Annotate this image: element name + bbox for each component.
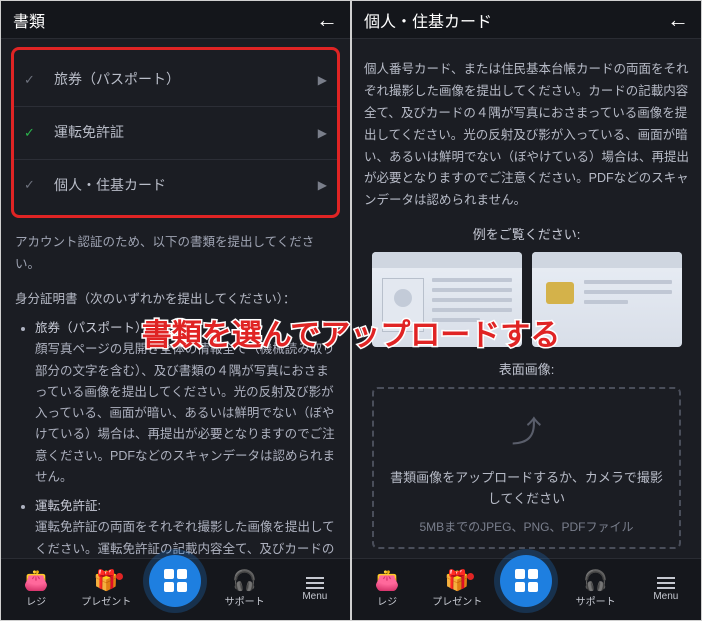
photo-placeholder-icon bbox=[382, 278, 424, 332]
nav-label: Menu bbox=[653, 591, 678, 602]
list-item-title: 運転免許証: bbox=[35, 499, 101, 513]
hamburger-icon bbox=[657, 577, 675, 589]
notification-dot-icon bbox=[467, 573, 474, 580]
check-icon: ✓ bbox=[24, 174, 42, 196]
doc-label: 旅券（パスポート） bbox=[54, 68, 318, 92]
nav-present[interactable]: 🎁 プレゼント bbox=[79, 571, 133, 608]
doc-item-mynumber[interactable]: ✓ 個人・住基カード ▶ bbox=[14, 160, 337, 212]
nav-label: サポート bbox=[225, 593, 265, 608]
dropzone-text: 書類画像をアップロードするか、カメラで撮影してください bbox=[388, 468, 665, 510]
back-icon[interactable]: ← bbox=[316, 7, 338, 33]
nav-cashier[interactable]: 👛 レジ bbox=[9, 571, 63, 608]
hamburger-icon bbox=[306, 577, 324, 589]
nav-present[interactable]: 🎁 プレゼント bbox=[430, 571, 484, 608]
page-title: 個人・住基カード bbox=[364, 8, 492, 32]
wallet-icon: 👛 bbox=[375, 571, 400, 591]
chevron-right-icon: ▶ bbox=[318, 175, 327, 195]
headset-icon: 🎧 bbox=[583, 571, 608, 591]
document-type-list: ✓ 旅券（パスポート） ▶ ✓ 運転免許証 ▶ ✓ 個人・住基カード ▶ bbox=[11, 47, 340, 218]
nav-label: レジ bbox=[26, 593, 46, 608]
check-icon: ✓ bbox=[24, 122, 42, 144]
example-label: 例をご覧ください: bbox=[362, 224, 691, 246]
chevron-right-icon: ▶ bbox=[318, 70, 327, 90]
grid-icon bbox=[164, 569, 187, 592]
list-item: 旅券（パスポート） 顔写真ページの見開き全体の情報全て（機械読み取り部分の文字を… bbox=[35, 318, 340, 488]
notification-dot-icon bbox=[116, 573, 123, 580]
card-back-example bbox=[532, 252, 682, 347]
intro-text: アカウント認証のため、以下の書類を提出してください。 bbox=[15, 232, 336, 275]
nav-support[interactable]: 🎧 サポート bbox=[218, 571, 272, 608]
upload-icon: ⤴ bbox=[388, 407, 665, 458]
content-area: ✓ 旅券（パスポート） ▶ ✓ 運転免許証 ▶ ✓ 個人・住基カード ▶ アカウ… bbox=[1, 39, 350, 620]
doc-item-passport[interactable]: ✓ 旅券（パスポート） ▶ bbox=[14, 54, 337, 107]
content-area: 個人番号カード、または住民基本台帳カードの両面をそれぞれ撮影した画像を提出してく… bbox=[352, 39, 701, 620]
headset-icon: 🎧 bbox=[232, 571, 257, 591]
gift-icon: 🎁 bbox=[445, 571, 470, 591]
card-front-example bbox=[372, 252, 522, 347]
example-cards bbox=[362, 252, 691, 347]
topbar: 個人・住基カード ← bbox=[352, 1, 701, 39]
list-item-body: 顔写真ページの見開き全体の情報全て（機械読み取り部分の文字を含む）、及び書類の４… bbox=[35, 342, 335, 484]
gift-icon: 🎁 bbox=[94, 571, 119, 591]
upload-section-label: 表面画像: bbox=[362, 359, 691, 381]
back-icon[interactable]: ← bbox=[667, 7, 689, 33]
check-icon: ✓ bbox=[24, 69, 42, 91]
list-item-title: 旅券（パスポート） bbox=[35, 321, 148, 335]
nav-label: レジ bbox=[377, 593, 397, 608]
nav-label: プレゼント bbox=[81, 593, 131, 608]
nav-label: プレゼント bbox=[432, 593, 482, 608]
nav-home-button[interactable] bbox=[500, 555, 552, 607]
instruction-text: 個人番号カード、または住民基本台帳カードの両面をそれぞれ撮影した画像を提出してく… bbox=[362, 47, 691, 216]
nav-home-button[interactable] bbox=[149, 555, 201, 607]
topbar: 書類 ← bbox=[1, 1, 350, 39]
grid-icon bbox=[515, 569, 538, 592]
nav-label: サポート bbox=[576, 593, 616, 608]
nav-cashier[interactable]: 👛 レジ bbox=[360, 571, 414, 608]
left-phone: 書類 ← ✓ 旅券（パスポート） ▶ ✓ 運転免許証 ▶ ✓ 個人・住基カード … bbox=[1, 1, 350, 620]
upload-dropzone[interactable]: ⤴ 書類画像をアップロードするか、カメラで撮影してください 5MBまでのJPEG… bbox=[372, 387, 681, 549]
dropzone-subtext: 5MBまでのJPEG、PNG、PDFファイル bbox=[388, 518, 665, 537]
wallet-icon: 👛 bbox=[24, 571, 49, 591]
nav-menu[interactable]: Menu bbox=[639, 577, 693, 602]
bottom-nav: 👛 レジ 🎁 プレゼント 🎧 サポート Menu bbox=[1, 558, 350, 620]
nav-label: Menu bbox=[302, 591, 327, 602]
nav-menu[interactable]: Menu bbox=[288, 577, 342, 602]
chip-icon bbox=[546, 282, 574, 304]
right-phone: 個人・住基カード ← 個人番号カード、または住民基本台帳カードの両面をそれぞれ撮… bbox=[352, 1, 701, 620]
doc-item-license[interactable]: ✓ 運転免許証 ▶ bbox=[14, 107, 337, 160]
nav-support[interactable]: 🎧 サポート bbox=[569, 571, 623, 608]
bottom-nav: 👛 レジ 🎁 プレゼント 🎧 サポート Menu bbox=[352, 558, 701, 620]
doc-label: 個人・住基カード bbox=[54, 174, 318, 198]
page-title: 書類 bbox=[13, 8, 45, 32]
id-heading: 身分証明書（次のいずれかを提出してください）： bbox=[15, 289, 336, 310]
chevron-right-icon: ▶ bbox=[318, 123, 327, 143]
doc-label: 運転免許証 bbox=[54, 121, 318, 145]
